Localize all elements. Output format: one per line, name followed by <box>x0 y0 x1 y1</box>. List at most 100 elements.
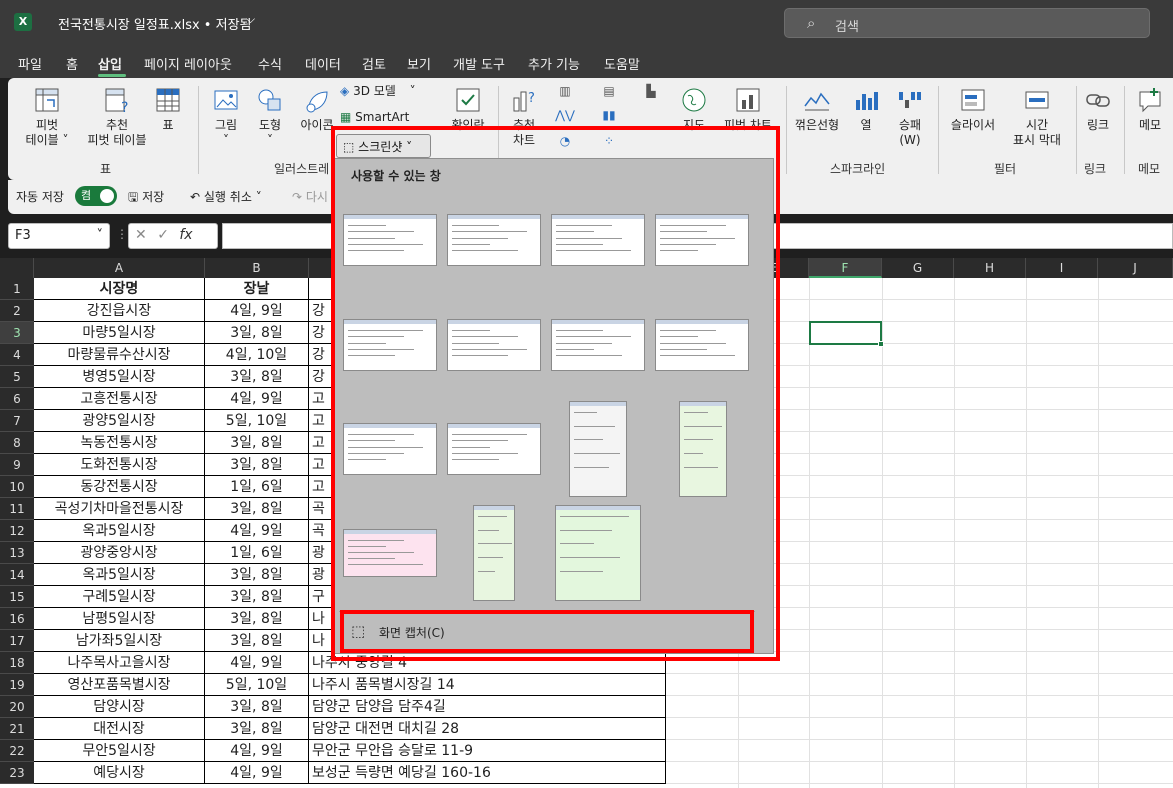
recommended-charts-button[interactable]: ? 추천 차트 <box>506 86 542 148</box>
cell-a[interactable]: 나주목사고을시장 <box>34 652 205 674</box>
name-box[interactable]: F3 ˅ <box>8 223 110 249</box>
row-header[interactable]: 8 <box>0 432 34 454</box>
window-thumbnail[interactable] <box>655 214 749 266</box>
cell-a[interactable]: 광양중앙시장 <box>34 542 205 564</box>
row-header[interactable]: 16 <box>0 608 34 630</box>
cell-a[interactable]: 강진읍시장 <box>34 300 205 322</box>
row-header[interactable]: 6 <box>0 388 34 410</box>
cell-b[interactable]: 4일, 9일 <box>205 520 309 542</box>
select-all-corner[interactable] <box>0 258 34 278</box>
column-header[interactable]: F <box>809 258 882 278</box>
tab-addins[interactable]: 추가 기능 <box>528 54 580 73</box>
tab-help[interactable]: 도움말 <box>604 54 640 73</box>
cancel-icon[interactable]: ✕ <box>135 227 147 243</box>
redo-button[interactable]: ↷ 다시 <box>292 188 328 205</box>
row-header[interactable]: 2 <box>0 300 34 322</box>
cell-c[interactable]: 보성군 득량면 예당길 160-16 <box>309 762 666 784</box>
window-thumbnail[interactable] <box>569 401 627 497</box>
search-input[interactable]: ⌕ 검색 <box>784 8 1150 38</box>
icons-button[interactable]: 아이콘 <box>294 86 340 133</box>
window-thumbnail[interactable] <box>655 319 749 371</box>
tab-insert[interactable]: 삽입 <box>98 54 122 73</box>
cell-b[interactable]: 5일, 10일 <box>205 410 309 432</box>
row-header[interactable]: 11 <box>0 498 34 520</box>
enter-icon[interactable]: ✓ <box>157 227 169 243</box>
window-thumbnail[interactable] <box>343 319 437 371</box>
line-sparkline-button[interactable]: 꺾은선형 <box>792 86 842 133</box>
row-header[interactable]: 21 <box>0 718 34 740</box>
cell-a[interactable]: 녹동전통시장 <box>34 432 205 454</box>
cell-a[interactable]: 고흥전통시장 <box>34 388 205 410</box>
cell-a[interactable]: 무안5일시장 <box>34 740 205 762</box>
column-header[interactable]: G <box>882 258 954 278</box>
window-thumbnail[interactable] <box>551 319 645 371</box>
row-header[interactable]: 3 <box>0 322 34 344</box>
row-header[interactable]: 20 <box>0 696 34 718</box>
row-header[interactable]: 10 <box>0 476 34 498</box>
pivot-chart-button[interactable]: 피벗 차트 <box>718 86 778 133</box>
cell-a[interactable]: 광양5일시장 <box>34 410 205 432</box>
cell-b[interactable]: 3일, 8일 <box>205 564 309 586</box>
cell-c[interactable]: 담양군 대전면 대치길 28 <box>309 718 666 740</box>
tab-review[interactable]: 검토 <box>362 54 386 73</box>
row-header[interactable]: 7 <box>0 410 34 432</box>
link-button[interactable]: 링크 <box>1080 86 1116 133</box>
cell-a[interactable]: 영산포품목별시장 <box>34 674 205 696</box>
cell-b[interactable]: 1일, 6일 <box>205 476 309 498</box>
column-chart-button[interactable]: ▥ <box>550 84 580 99</box>
screenshot-button[interactable]: ⬚ 스크린샷 ˅ <box>336 134 431 158</box>
cell-a[interactable]: 대전시장 <box>34 718 205 740</box>
maps-button[interactable]: 지도 <box>676 86 712 133</box>
cell-b[interactable]: 3일, 8일 <box>205 498 309 520</box>
slicer-button[interactable]: 슬라이서 <box>944 86 1002 133</box>
memo-button[interactable]: 메모 <box>1130 86 1170 133</box>
cell-a[interactable]: 옥과5일시장 <box>34 520 205 542</box>
picture-button[interactable]: 그림 ˅ <box>206 86 246 148</box>
row-header[interactable]: 4 <box>0 344 34 366</box>
cell-b[interactable]: 4일, 9일 <box>205 740 309 762</box>
window-thumbnail[interactable] <box>447 319 541 371</box>
cell-b[interactable]: 장날 <box>205 278 309 300</box>
cell-b[interactable]: 3일, 8일 <box>205 718 309 740</box>
tab-file[interactable]: 파일 <box>18 54 42 73</box>
cell-a[interactable]: 남평5일시장 <box>34 608 205 630</box>
cell-a[interactable]: 담양시장 <box>34 696 205 718</box>
cell-a[interactable]: 옥과5일시장 <box>34 564 205 586</box>
window-thumbnail[interactable] <box>447 214 541 266</box>
recommended-pivot-button[interactable]: ? 추천 피벗 테이블 <box>80 86 154 148</box>
checkbox-button[interactable]: 확인란 <box>446 86 490 133</box>
window-thumbnail[interactable] <box>551 214 645 266</box>
cell-c[interactable]: 무안군 무안읍 승달로 11-9 <box>309 740 666 762</box>
column-header[interactable]: A <box>34 258 205 278</box>
cell-b[interactable]: 4일, 9일 <box>205 762 309 784</box>
cell-b[interactable]: 3일, 8일 <box>205 366 309 388</box>
column-header[interactable]: I <box>1026 258 1098 278</box>
window-thumbnail[interactable] <box>447 423 541 475</box>
statistic-chart-button[interactable]: ▮▮ <box>594 108 624 123</box>
cell-a[interactable]: 시장명 <box>34 278 205 300</box>
autosave-toggle[interactable]: 켬 <box>75 186 117 206</box>
column-header[interactable]: J <box>1098 258 1173 278</box>
cell-a[interactable]: 구례5일시장 <box>34 586 205 608</box>
row-header[interactable]: 5 <box>0 366 34 388</box>
window-thumbnail[interactable] <box>679 401 727 497</box>
table-button[interactable]: 표 <box>148 86 188 133</box>
column-header[interactable]: B <box>205 258 309 278</box>
active-cell[interactable] <box>809 321 882 345</box>
file-title[interactable]: 전국전통시장 일정표.xlsx • 저장됨 <box>58 14 252 33</box>
window-thumbnail[interactable] <box>473 505 515 601</box>
waterfall-chart-button[interactable]: ▙ <box>636 84 666 99</box>
cell-b[interactable]: 3일, 8일 <box>205 432 309 454</box>
cell-c[interactable]: 나주시 중앙길 4 <box>309 652 666 674</box>
window-thumbnail[interactable] <box>343 214 437 266</box>
save-button[interactable]: 🖫 저장 <box>128 188 164 209</box>
row-header[interactable]: 13 <box>0 542 34 564</box>
cell-c[interactable]: 나주시 품목별시장길 14 <box>309 674 666 696</box>
column-header[interactable]: H <box>954 258 1026 278</box>
hierarchy-chart-button[interactable]: ▤ <box>594 84 624 99</box>
smartart-button[interactable]: ▦ SmartArt <box>340 110 420 125</box>
row-header[interactable]: 12 <box>0 520 34 542</box>
cell-a[interactable]: 병영5일시장 <box>34 366 205 388</box>
cell-b[interactable]: 4일, 9일 <box>205 388 309 410</box>
undo-button[interactable]: ↶ 실행 취소 ˅ <box>190 188 262 205</box>
